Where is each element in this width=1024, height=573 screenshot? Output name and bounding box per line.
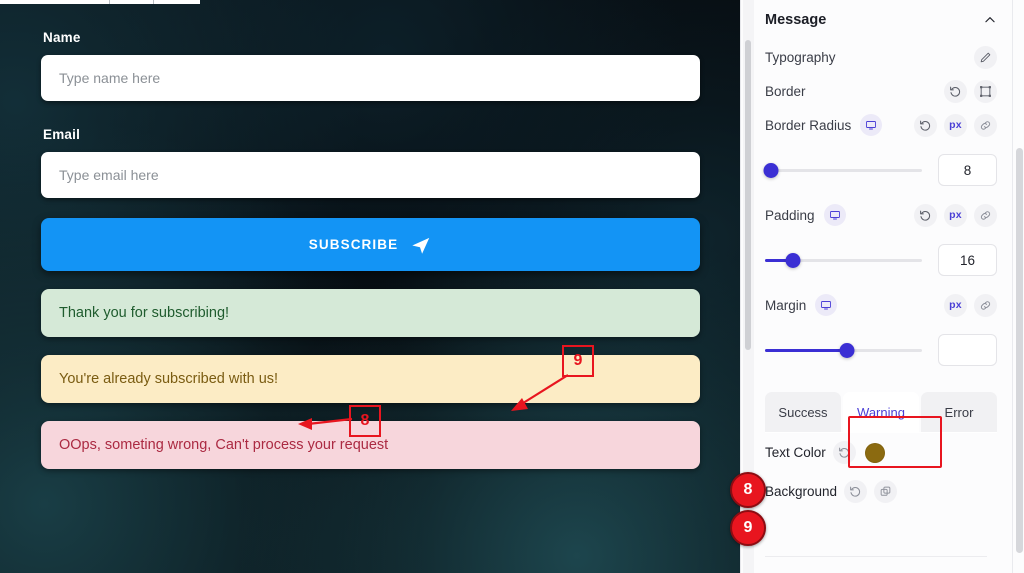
state-tabs: Success Warning Error <box>765 392 997 432</box>
border-radius-value[interactable]: 8 <box>938 154 997 186</box>
desktop-icon[interactable] <box>823 204 846 226</box>
tab-success[interactable]: Success <box>765 392 841 432</box>
reset-icon[interactable] <box>914 203 937 227</box>
typography-label: Typography <box>765 49 836 65</box>
subscribe-button-label: SUBSCRIBE <box>308 237 399 252</box>
padding-value[interactable]: 16 <box>938 244 997 276</box>
unit-px-button[interactable]: px <box>944 203 967 227</box>
slider-fill <box>765 348 847 352</box>
settings-panel-content: Message Typography Border Border Radius … <box>755 0 1011 573</box>
page-scrollbar-thumb[interactable] <box>1016 148 1023 553</box>
subscribe-button[interactable]: SUBSCRIBE <box>41 218 700 271</box>
border-label: Border <box>765 83 806 99</box>
unit-px-button[interactable]: px <box>944 293 967 317</box>
name-input[interactable]: Type name here <box>41 55 700 101</box>
row-border-radius: Border Radius px <box>755 108 1011 142</box>
panel-scrollbar-thumb[interactable] <box>745 40 751 350</box>
chevron-up-icon[interactable] <box>983 13 997 27</box>
margin-label: Margin <box>765 297 807 313</box>
row-typography: Typography <box>755 40 1011 74</box>
padding-slider[interactable] <box>765 252 922 268</box>
callout-9: 9 <box>562 345 594 377</box>
margin-slider[interactable] <box>765 342 922 358</box>
message-success: Thank you for subscribing! <box>41 289 700 337</box>
subscribe-form: Name Type name here Email Type email her… <box>41 30 700 469</box>
link-icon[interactable] <box>974 293 997 317</box>
reset-icon[interactable] <box>914 113 937 137</box>
border-box-icon[interactable] <box>974 79 997 103</box>
email-label: Email <box>43 127 81 142</box>
message-section-header[interactable]: Message <box>755 0 1011 40</box>
margin-value[interactable] <box>938 334 997 366</box>
border-radius-slider[interactable] <box>763 162 922 178</box>
reset-icon[interactable] <box>844 480 868 503</box>
tab-error[interactable]: Error <box>921 392 997 432</box>
tab-strip-segment <box>109 0 155 4</box>
row-border: Border <box>755 74 1011 108</box>
text-color-swatch[interactable] <box>864 442 885 463</box>
text-color-label: Text Color <box>765 445 826 460</box>
panel-bottom-divider <box>765 556 987 557</box>
section-title: Message <box>765 12 827 28</box>
screenshot-root: Name Type name here Email Type email her… <box>0 0 1024 573</box>
desktop-icon[interactable] <box>815 294 838 316</box>
cut-off-tab-strip <box>0 0 201 4</box>
padding-label: Padding <box>765 207 815 223</box>
unit-px-button[interactable]: px <box>944 113 967 137</box>
row-text-color: Text Color <box>755 433 1011 472</box>
slider-knob[interactable] <box>785 252 801 268</box>
link-icon[interactable] <box>974 113 997 137</box>
reset-icon[interactable] <box>944 79 967 103</box>
background-label: Background <box>765 484 838 499</box>
paper-plane-icon <box>412 237 430 254</box>
border-radius-slider-row: 8 <box>755 142 1011 198</box>
border-radius-label: Border Radius <box>765 117 852 133</box>
email-input[interactable]: Type email here <box>41 152 700 198</box>
tab-warning[interactable]: Warning <box>843 392 919 432</box>
margin-slider-row <box>755 322 1011 378</box>
row-background: Background <box>755 472 1011 511</box>
tab-strip-segment <box>0 0 110 4</box>
message-warning: You're already subscribed with us! <box>41 355 700 403</box>
settings-panel: Message Typography Border Border Radius … <box>740 0 1024 573</box>
badge-9: 9 <box>730 510 766 546</box>
preview-canvas: Name Type name here Email Type email her… <box>0 0 740 573</box>
badge-8: 8 <box>730 472 766 508</box>
row-padding: Padding px <box>755 198 1011 232</box>
pencil-icon[interactable] <box>974 45 997 69</box>
slider-knob[interactable] <box>763 162 779 178</box>
callout-8: 8 <box>349 405 381 437</box>
copy-icon[interactable] <box>874 480 898 503</box>
panel-right-divider <box>1012 0 1013 573</box>
slider-knob[interactable] <box>839 342 855 358</box>
name-label: Name <box>43 30 81 45</box>
row-margin: Margin px <box>755 288 1011 322</box>
tab-strip-segment <box>154 0 201 4</box>
padding-slider-row: 16 <box>755 232 1011 288</box>
link-icon[interactable] <box>974 203 997 227</box>
reset-icon[interactable] <box>832 441 856 464</box>
desktop-icon[interactable] <box>860 114 883 136</box>
